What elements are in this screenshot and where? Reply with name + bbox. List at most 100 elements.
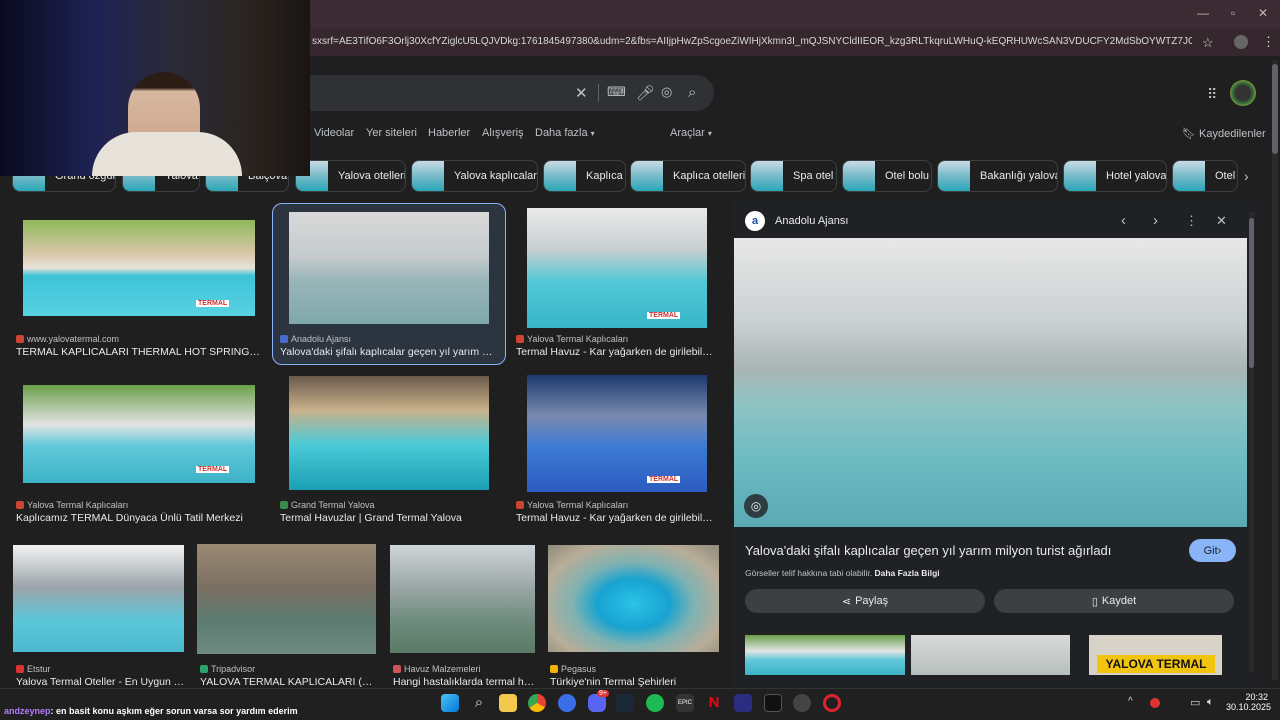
restore-icon[interactable]: ▫ <box>1223 6 1243 20</box>
minimize-icon[interactable]: — <box>1193 6 1213 20</box>
chip[interactable]: Bakanlığı yalova <box>937 160 1058 192</box>
chip[interactable]: Otel f <box>1172 160 1238 192</box>
account-avatar[interactable] <box>1230 80 1256 106</box>
netflix-icon[interactable]: N <box>705 694 723 712</box>
tab-more[interactable]: Daha fazla ▾ <box>535 127 595 139</box>
chip[interactable]: Spa otel <box>750 160 837 192</box>
result-image[interactable] <box>527 375 707 492</box>
related-image[interactable] <box>911 635 1070 675</box>
chrome-icon[interactable] <box>528 694 546 712</box>
tray-app-icon[interactable] <box>1150 698 1160 708</box>
clear-icon[interactable]: ✕ <box>575 84 588 102</box>
copyright-text: Görseller telif hakkına tabi olabilir. <box>745 568 873 578</box>
favicon-icon <box>16 665 24 673</box>
result-caption[interactable]: Termal Havuzlar | Grand Termal Yalova <box>280 512 500 524</box>
panel-title[interactable]: Yalova'daki şifalı kaplıcalar geçen yıl … <box>745 543 1175 558</box>
share-button[interactable]: ⋖ Paylaş <box>745 589 985 613</box>
network-icon[interactable]: ▭ <box>1190 696 1200 709</box>
opera-icon[interactable] <box>823 694 841 712</box>
mic-icon[interactable]: 🎤︎ <box>636 84 655 102</box>
close-panel-icon[interactable]: ✕ <box>1216 213 1227 229</box>
result-source[interactable]: Etstur <box>16 664 186 674</box>
bookmark-icon: 🔖︎ <box>1182 128 1196 140</box>
saved-label: Kaydedilenler <box>1199 128 1266 140</box>
result-image[interactable] <box>390 545 535 653</box>
result-source[interactable]: Grand Termal Yalova <box>280 500 500 510</box>
app-icon[interactable] <box>734 694 752 712</box>
result-caption[interactable]: Termal Havuz - Kar yağarken de girilebil… <box>516 346 716 358</box>
visit-button[interactable]: Git › <box>1189 539 1236 562</box>
apps-grid-icon[interactable]: ⠿ <box>1207 86 1217 103</box>
result-caption[interactable]: Yalova Termal Oteller - En Uygun Ya... <box>16 676 186 688</box>
prev-arrow-icon[interactable]: ‹ <box>1121 212 1126 229</box>
spotify-icon[interactable] <box>646 694 664 712</box>
more-options-icon[interactable]: ⋮ <box>1185 213 1198 229</box>
result-image[interactable] <box>289 376 489 490</box>
result-source[interactable]: Yalova Termal Kaplıcaları <box>516 500 716 510</box>
result-source[interactable]: Yalova Termal Kaplıcaları <box>16 500 256 510</box>
result-caption[interactable]: Kaplıcamız TERMAL Dünyaca Ünlü Tatil Mer… <box>16 512 260 524</box>
result-caption[interactable]: Hangi hastalıklarda termal ha... <box>393 676 535 688</box>
result-source[interactable]: Anadolu Ajansı <box>280 334 500 344</box>
related-image[interactable] <box>745 635 905 675</box>
saved-link[interactable]: 🔖︎ Kaydedilenler <box>1182 127 1266 140</box>
tray-expand-icon[interactable]: ^ <box>1128 696 1133 707</box>
close-window-icon[interactable]: ✕ <box>1253 6 1273 20</box>
result-source[interactable]: Pegasus <box>550 664 720 674</box>
page-scroll-thumb[interactable] <box>1272 64 1278 154</box>
result-caption[interactable]: TERMAL KAPLICALARI THERMAL HOT SPRING RE… <box>16 346 260 358</box>
edge-icon[interactable] <box>558 694 576 712</box>
tab-shopping[interactable]: Alışveriş <box>482 127 524 139</box>
result-image[interactable] <box>289 212 489 324</box>
result-caption[interactable]: Yalova'daki şifalı kaplıcalar geçen yıl … <box>280 346 500 358</box>
chip[interactable]: Kaplıca <box>543 160 626 192</box>
keyboard-icon[interactable]: ⌨ <box>607 84 626 100</box>
tab-videos[interactable]: Videolar <box>314 127 354 139</box>
preview-image[interactable] <box>734 238 1247 527</box>
chip[interactable]: Yalova otelleri <box>295 160 406 192</box>
panel-scroll-thumb[interactable] <box>1249 218 1254 368</box>
chip[interactable]: Hotel yalova <box>1063 160 1167 192</box>
chip[interactable]: Kaplıca otelleri <box>630 160 746 192</box>
file-explorer-icon[interactable] <box>499 694 517 712</box>
result-caption[interactable]: Türkiye'nin Termal Şehirleri <box>550 676 720 688</box>
search-icon[interactable]: ⌕ <box>470 694 488 712</box>
result-source[interactable]: Tripadvisor <box>200 664 376 674</box>
tab-news[interactable]: Haberler <box>428 127 470 139</box>
windows-start-icon[interactable] <box>441 694 459 712</box>
obs-icon[interactable] <box>793 694 811 712</box>
clock[interactable]: 20:32 30.10.2025 <box>1226 692 1271 712</box>
tab-places[interactable]: Yer siteleri <box>366 127 417 139</box>
result-source[interactable]: Yalova Termal Kaplıcaları <box>516 334 716 344</box>
result-image[interactable] <box>197 544 376 654</box>
lens-search-icon[interactable]: ◎ <box>744 494 768 518</box>
volume-icon[interactable]: 🔈︎ <box>1207 696 1214 709</box>
bookmark-star-icon[interactable]: ☆ <box>1202 35 1214 51</box>
chip[interactable]: Otel bolu <box>842 160 932 192</box>
chevron-down-icon: ▾ <box>707 129 712 138</box>
chevron-right-icon[interactable]: › <box>1244 168 1249 184</box>
url-text[interactable]: sxsrf=AE3TifO6F3Orlj30XcfYZiglcU5LQJVDkg… <box>312 36 1192 47</box>
steam-icon[interactable] <box>616 694 634 712</box>
more-info-link[interactable]: Daha Fazla Bilgi <box>874 568 939 578</box>
result-image[interactable] <box>13 545 184 652</box>
result-source[interactable]: Havuz Malzemeleri <box>393 664 535 674</box>
result-source[interactable]: www.yalovatermal.com <box>16 334 256 344</box>
browser-menu-icon[interactable]: ⋮ <box>1262 34 1275 50</box>
result-image[interactable] <box>548 545 719 652</box>
tab-tools[interactable]: Araçlar ▾ <box>670 127 712 139</box>
profile-icon[interactable] <box>1234 35 1248 49</box>
favicon-icon <box>550 665 558 673</box>
panel-source[interactable]: Anadolu Ajansı <box>775 215 848 227</box>
next-arrow-icon[interactable]: › <box>1153 212 1158 229</box>
search-icon[interactable]: ⌕ <box>688 84 696 101</box>
chip-thumbnail <box>631 161 663 191</box>
lens-icon[interactable]: ◎ <box>661 84 672 100</box>
app-icon[interactable] <box>764 694 782 712</box>
chip[interactable]: Yalova kaplıcaları <box>411 160 538 192</box>
result-image[interactable] <box>527 208 707 328</box>
result-caption[interactable]: Termal Havuz - Kar yağarken de girilebil… <box>516 512 716 524</box>
epic-games-icon[interactable]: EPIC <box>676 694 694 712</box>
save-button[interactable]: ▯ Kaydet <box>994 589 1234 613</box>
result-caption[interactable]: YALOVA TERMAL KAPLICALARI (Yal... <box>200 676 376 688</box>
